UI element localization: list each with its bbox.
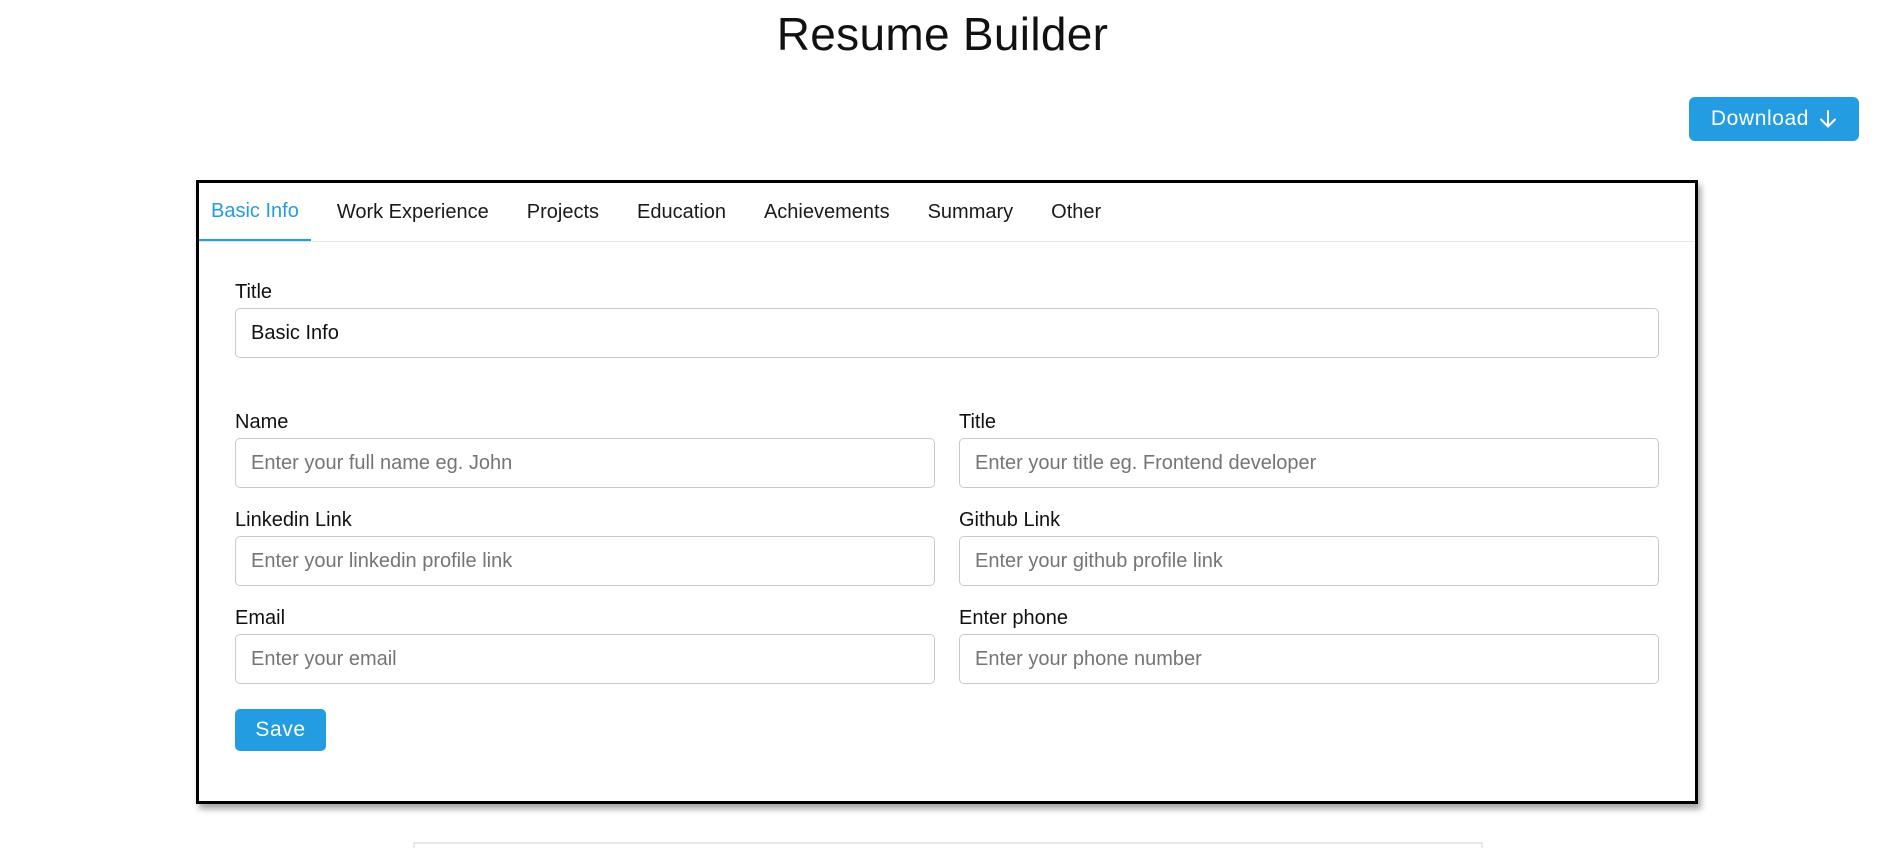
phone-input[interactable] xyxy=(959,634,1659,684)
phone-label: Enter phone xyxy=(959,607,1068,629)
tab-projects[interactable]: Projects xyxy=(515,183,611,241)
email-label: Email xyxy=(235,607,286,629)
linkedin-input[interactable] xyxy=(235,536,935,586)
page-title: Resume Builder xyxy=(776,8,1109,60)
name-label: Name xyxy=(235,411,289,433)
tab-other[interactable]: Other xyxy=(1039,183,1113,241)
email-input[interactable] xyxy=(235,634,935,684)
name-input[interactable] xyxy=(235,438,935,488)
arrow-down-icon xyxy=(1820,110,1837,128)
title-input[interactable] xyxy=(959,438,1659,488)
title-label: Title xyxy=(959,411,997,433)
tab-basic-info[interactable]: Basic Info xyxy=(199,183,311,241)
section-title-input[interactable] xyxy=(235,308,1659,358)
tab-education[interactable]: Education xyxy=(625,183,738,241)
section-title-label: Title xyxy=(235,281,273,303)
download-button[interactable]: Download xyxy=(1689,97,1859,141)
download-button-label: Download xyxy=(1710,107,1810,130)
github-input[interactable] xyxy=(959,536,1659,586)
github-label: Github Link xyxy=(959,509,1061,531)
page: Resume Builder Download Basic Info Work … xyxy=(0,0,1885,848)
linkedin-label: Linkedin Link xyxy=(235,509,352,531)
tab-achievements[interactable]: Achievements xyxy=(752,183,902,241)
preview-card-edge xyxy=(413,842,1483,848)
resume-editor-card: Basic Info Work Experience Projects Educ… xyxy=(196,180,1698,804)
section-tabs: Basic Info Work Experience Projects Educ… xyxy=(199,183,1695,242)
tab-work-experience[interactable]: Work Experience xyxy=(325,183,501,241)
tab-summary[interactable]: Summary xyxy=(916,183,1026,241)
save-button[interactable]: Save xyxy=(235,709,326,751)
